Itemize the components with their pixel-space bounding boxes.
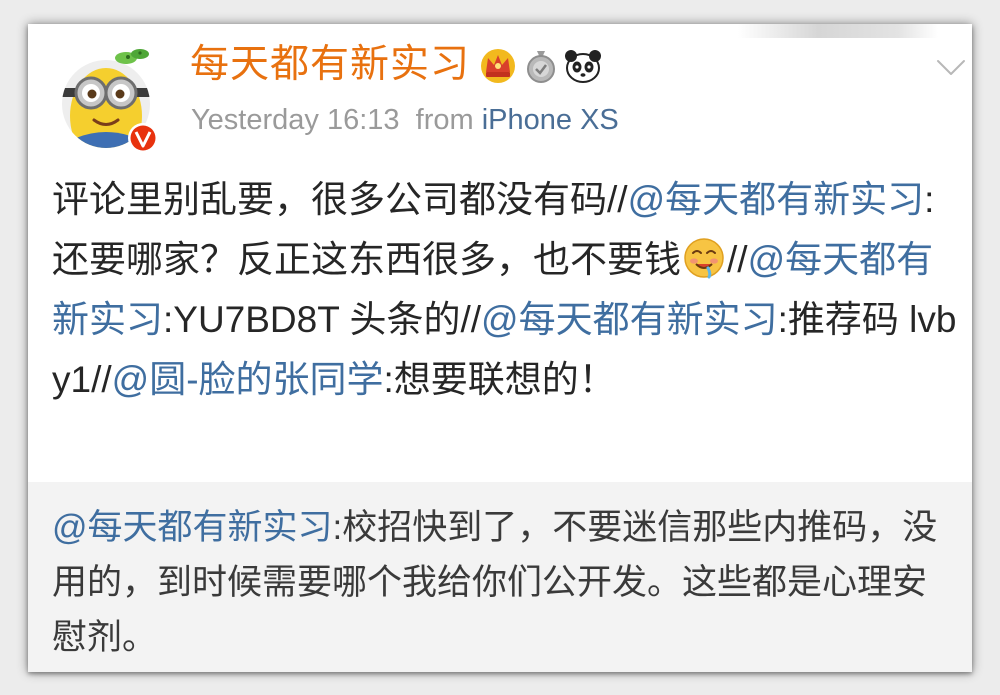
post-text-segment: 评论里别乱要，很多公司都没有码// [52,179,628,220]
user-mention[interactable]: @圆-脸的张同学 [112,359,384,400]
panda-badge-icon[interactable] [565,50,601,83]
post-timestamp: Yesterday 16:13 [191,104,400,136]
post-text-segment: :想要联想的！ [383,359,616,400]
post-text-segment: // [727,239,748,280]
chevron-down-icon[interactable] [934,50,968,84]
verified-badge-icon [128,123,158,153]
drooling-face-icon [684,238,724,279]
post-text-segment: :YU7BD8T 头条的// [163,299,482,340]
weibo-post-card: 每天都有新实习 Yesterday 16:13 from iPhone XS 评… [28,24,972,672]
blurred-header-strip [738,24,938,38]
user-badges [481,49,601,83]
user-mention[interactable]: @每天都有新实习 [481,299,778,340]
post-meta: Yesterday 16:13 from iPhone XS [191,102,619,138]
user-mention[interactable]: @每天都有新实习 [52,508,333,547]
device-source[interactable]: iPhone XS [482,104,619,136]
username[interactable]: 每天都有新实习 [190,42,470,88]
user-mention[interactable]: @每天都有新实习 [628,179,925,220]
post-text: 评论里别乱要，很多公司都没有码//@每天都有新实习:还要哪家？反正这东西很多，也… [52,170,958,410]
quoted-comment-text: @每天都有新实习:校招快到了，不要迷信那些内推码，没用的，到时候需要哪个我给你们… [52,500,952,665]
leaf-decoration-icon [115,49,149,64]
medal-badge-icon[interactable] [527,51,555,83]
avatar[interactable] [56,46,166,156]
quoted-comment[interactable]: @每天都有新实习:校招快到了，不要迷信那些内推码，没用的，到时候需要哪个我给你们… [28,482,972,672]
crown-badge-icon[interactable] [481,49,515,83]
from-label: from [415,104,474,136]
